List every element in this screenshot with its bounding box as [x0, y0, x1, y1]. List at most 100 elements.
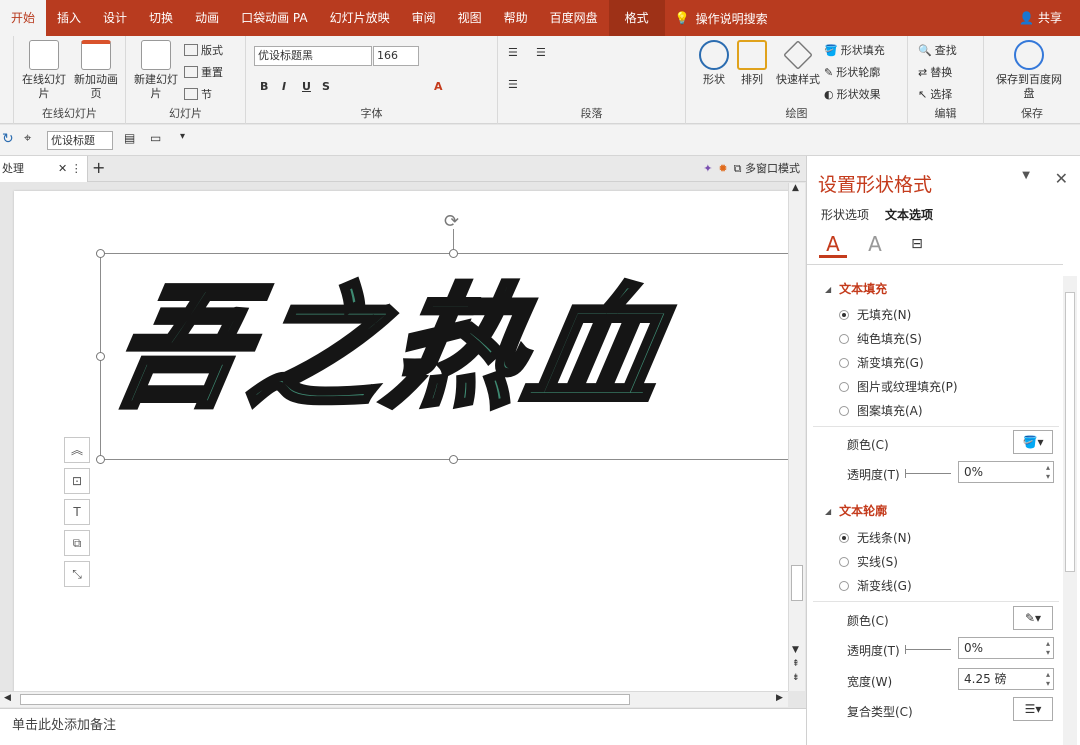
radio-no-line[interactable]: 无线条(N) [839, 529, 911, 546]
fill-transparency-slider[interactable] [905, 469, 951, 478]
radio-solid-fill[interactable]: 纯色填充(S) [839, 330, 922, 347]
fill-transparency-input[interactable]: 0% [958, 461, 1054, 483]
share-button[interactable]: 👤 共享 [1019, 0, 1062, 36]
tab-review[interactable]: 审阅 [401, 0, 447, 36]
magic-icon[interactable]: ✦ [703, 156, 712, 182]
tab-pocket-animation[interactable]: 口袋动画 PA [230, 0, 319, 36]
scroll-page-icons[interactable]: ▼ ⇞ ⇟ [792, 643, 800, 685]
quick-styles-button[interactable]: 快速样式 [770, 40, 826, 87]
align-center-icon[interactable]: ⊡ [64, 468, 90, 494]
horizontal-scroll-thumb[interactable] [20, 694, 630, 705]
font-color-icon[interactable]: A [434, 80, 443, 93]
rotate-handle-icon[interactable]: ⟳ [444, 211, 459, 232]
tab-slideshow[interactable]: 幻灯片放映 [319, 0, 401, 36]
align-icon[interactable]: ▤ [124, 131, 135, 145]
radio-no-fill[interactable]: 无填充(N) [839, 306, 911, 323]
font-name-select[interactable]: 优设标题黑 [254, 46, 372, 66]
shape-outline-button[interactable]: ✎ 形状轮廓 [824, 64, 880, 80]
tab-help[interactable]: 帮助 [493, 0, 539, 36]
radio-picture-fill[interactable]: 图片或纹理填充(P) [839, 378, 958, 395]
online-slides-button[interactable]: 在线幻灯片 [18, 40, 70, 101]
shape-effects-button[interactable]: ◐ 形状效果 [824, 86, 881, 102]
add-tab-icon[interactable]: + [92, 156, 105, 180]
bold-button[interactable]: B [260, 80, 268, 93]
document-tab[interactable]: 处理 ✕ ⋮ [0, 156, 88, 182]
pane-scrollbar[interactable] [1063, 276, 1077, 745]
close-tab-icon[interactable]: ✕ ⋮ [58, 156, 82, 182]
font-size-select[interactable]: 166 [373, 46, 419, 66]
section-text-outline[interactable]: 文本轮廓 [825, 502, 887, 519]
resize-handle-tl[interactable] [96, 249, 105, 258]
section-text-fill[interactable]: 文本填充 [825, 280, 887, 297]
tab-home[interactable]: 开始 [0, 0, 47, 36]
scroll-up-icon[interactable]: ▲ [792, 183, 799, 193]
numbering-button[interactable]: ☰ [536, 46, 546, 59]
tell-me-search[interactable]: 💡 操作说明搜索 [675, 10, 768, 27]
qat-font-select[interactable]: 优设标题 [47, 131, 113, 150]
save-to-baidu-button[interactable]: 保存到百度网盘 [994, 40, 1064, 101]
layout-button[interactable]: 版式 [184, 42, 223, 58]
tab-insert[interactable]: 插入 [46, 0, 92, 36]
fill-transparency-label: 透明度(T) [847, 468, 900, 482]
radio-pattern-fill[interactable]: 图案填充(A) [839, 402, 923, 419]
tab-format[interactable]: 格式 [608, 0, 665, 36]
resize-handle-tc[interactable] [449, 249, 458, 258]
scroll-right-icon[interactable]: ▶ [776, 693, 783, 703]
radio-gradient-line[interactable]: 渐变线(G) [839, 577, 912, 594]
resize-handle-bc[interactable] [449, 455, 458, 464]
shadow-button[interactable]: S [322, 80, 330, 93]
text-box-options-icon[interactable]: ⊟ [903, 232, 931, 258]
tab-design[interactable]: 设计 [92, 0, 138, 36]
italic-button[interactable]: I [282, 80, 286, 93]
compound-type-button[interactable]: ☰▾ [1013, 697, 1053, 721]
tab-view[interactable]: 视图 [447, 0, 493, 36]
scroll-left-icon[interactable]: ◀ [4, 693, 11, 703]
tab-transitions[interactable]: 切换 [138, 0, 184, 36]
tab-shape-options[interactable]: 形状选项 [821, 206, 869, 223]
tab-baidu-netdisk[interactable]: 百度网盘 [539, 0, 609, 36]
crop-icon[interactable]: ⤡ [64, 561, 90, 587]
outline-transparency-slider[interactable] [905, 645, 951, 654]
resize-handle-ml[interactable] [96, 352, 105, 361]
wordart-text[interactable]: 吾之热血 [98, 269, 682, 429]
select-button[interactable]: ↖ 选择 [918, 86, 952, 102]
format-painter-icon[interactable]: ⌖ [24, 131, 31, 146]
find-button[interactable]: 🔍 查找 [918, 42, 957, 58]
vertical-scroll-thumb[interactable] [791, 565, 803, 601]
tab-animations[interactable]: 动画 [184, 0, 230, 36]
pane-scroll-thumb[interactable] [1065, 292, 1075, 572]
new-slide-button[interactable]: 新建幻灯片 [130, 40, 182, 101]
outline-color-button[interactable]: ✎▾ [1013, 606, 1053, 630]
tab-text-options[interactable]: 文本选项 [885, 206, 933, 223]
notes-area[interactable]: 单击此处添加备注 [0, 708, 806, 745]
vertical-scrollbar[interactable]: ▲ ▼ ⇞ ⇟ [788, 183, 805, 691]
text-effects-icon[interactable]: A [861, 232, 889, 258]
radio-solid-line[interactable]: 实线(S) [839, 553, 898, 570]
align-left-button[interactable]: ☰ [508, 78, 518, 91]
outline-width-input[interactable]: 4.25 磅 [958, 668, 1054, 690]
reset-button[interactable]: 重置 [184, 64, 223, 80]
layout-toggle-icon[interactable]: ▭ [150, 131, 161, 145]
multiwindow-button[interactable]: ⧉ 多窗口模式 [734, 156, 800, 182]
customize-qat-icon[interactable]: ▾ [180, 131, 185, 142]
section-button[interactable]: 节 [184, 86, 212, 102]
new-animation-page-button[interactable]: 新加动画页 [70, 40, 122, 101]
close-pane-icon[interactable]: ✕ [1055, 169, 1068, 188]
replace-button[interactable]: ⇄ 替换 [918, 64, 952, 80]
underline-button[interactable]: U [302, 80, 311, 93]
radio-gradient-fill[interactable]: 渐变填充(G) [839, 354, 924, 371]
bullets-button[interactable]: ☰ [508, 46, 518, 59]
resize-handle-bl[interactable] [96, 455, 105, 464]
outline-transparency-input[interactable]: 0% [958, 637, 1054, 659]
collapse-up-icon[interactable]: ︽ [64, 437, 90, 463]
pane-options-icon[interactable]: ▼ [1022, 170, 1030, 181]
redo-icon[interactable]: ↻ [2, 131, 14, 147]
shape-fill-button[interactable]: 🪣 形状填充 [824, 42, 885, 58]
horizontal-scrollbar[interactable]: ◀ ▶ [0, 691, 788, 707]
settings-gear-icon[interactable]: ✹ [718, 156, 727, 182]
layers-icon[interactable]: ⧉ [64, 530, 90, 556]
text-box-icon[interactable]: T [64, 499, 90, 525]
slide[interactable]: ⟳ 吾之热血 [14, 191, 788, 691]
fill-color-button[interactable]: 🪣▾ [1013, 430, 1053, 454]
text-fill-outline-icon[interactable]: A [819, 232, 847, 258]
